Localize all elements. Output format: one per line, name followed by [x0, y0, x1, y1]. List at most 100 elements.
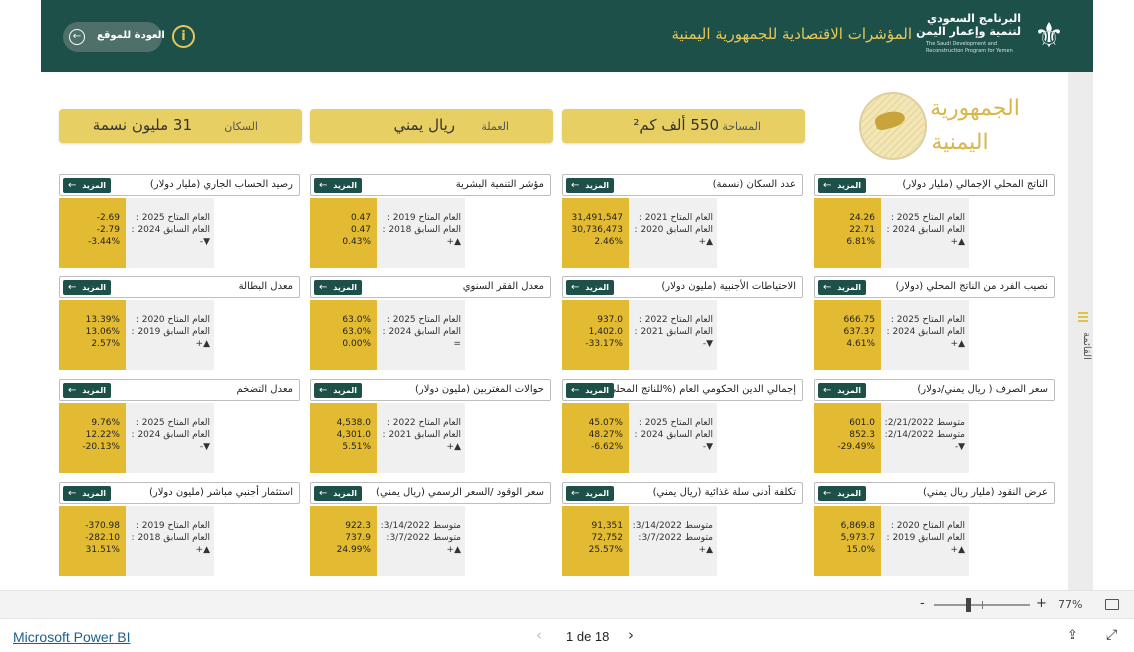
previous-period-label: العام السابق 2018 :: [382, 225, 461, 235]
zoom-slider-thumb[interactable]: [966, 598, 971, 612]
more-button[interactable]: ← المزيد: [566, 280, 614, 295]
page-indicator: 1 de 18: [566, 629, 610, 644]
indicator-period-labels: متوسط 3/14/2022: متوسط 3/7/2022: ▲+: [377, 506, 465, 576]
more-button[interactable]: ← المزيد: [566, 178, 614, 193]
more-button[interactable]: ← المزيد: [314, 486, 362, 501]
zoom-out-button[interactable]: -: [920, 596, 925, 611]
indicator-values: 31,491,547 30,736,473 2.46%: [562, 198, 629, 268]
change-percent: -29.49%: [837, 442, 875, 452]
current-value: 24.26: [849, 213, 875, 223]
stat-label: المساحة: [722, 120, 761, 133]
more-button[interactable]: ← المزيد: [63, 178, 111, 193]
more-button[interactable]: ← المزيد: [566, 383, 614, 398]
change-percent: 5.51%: [342, 442, 371, 452]
indicator-period-labels: العام المتاح 2021 : العام السابق 2020 : ▲+: [629, 198, 717, 268]
indicator-period-labels: متوسط 3/14/2022: متوسط 3/7/2022: ▲+: [629, 506, 717, 576]
more-button[interactable]: ← المزيد: [566, 486, 614, 501]
trend-indicator: ▲+: [446, 237, 461, 247]
more-button[interactable]: ← المزيد: [314, 383, 362, 398]
change-percent: 2.46%: [594, 237, 623, 247]
change-percent: 25.57%: [588, 545, 623, 555]
current-value: 601.0: [849, 418, 875, 428]
trend-indicator: ▼-: [954, 442, 965, 452]
previous-value: -282.10: [85, 533, 120, 543]
previous-value: 1,402.0: [588, 327, 623, 337]
country-name-line2: اليمنية: [931, 130, 989, 155]
indicator-period-labels: العام المتاح 2019 : العام السابق 2018 : ▲+: [126, 506, 214, 576]
indicator-period-labels: العام المتاح 2025 : العام السابق 2024 : ▼-: [629, 403, 717, 473]
trend-indicator: ▲+: [950, 339, 965, 349]
fit-to-page-icon[interactable]: [1105, 599, 1119, 610]
menu-label[interactable]: القائمة: [1072, 326, 1092, 366]
current-value: 45.07%: [588, 418, 623, 428]
stat-value: ريال يمني: [393, 116, 455, 134]
indicator-card-header: معدل البطالة ← المزيد: [59, 276, 300, 298]
palm-swords-emblem-icon: ⚜: [1033, 16, 1065, 56]
previous-period-label: العام السابق 2024 :: [131, 430, 210, 440]
arrow-left-icon: ←: [319, 488, 328, 499]
indicator-card-header: رصيد الحساب الجاري (مليار دولار) ← المزيد: [59, 174, 300, 196]
trend-indicator: ▼-: [199, 442, 210, 452]
current-value: 4,538.0: [336, 418, 371, 428]
indicator-values: 937.0 1,402.0 -33.17%: [562, 300, 629, 370]
more-button[interactable]: ← المزيد: [818, 280, 866, 295]
change-percent: 15.0%: [846, 545, 875, 555]
logo: ⚜ البرنامج السعودي لتنمية وإعمار اليمن T…: [901, 10, 1071, 62]
arrow-left-icon: ←: [68, 180, 77, 191]
current-period-label: العام المتاح 2019 :: [386, 213, 461, 223]
more-button[interactable]: ← المزيد: [314, 280, 362, 295]
more-label: المزيد: [837, 181, 861, 190]
powerbi-link[interactable]: Microsoft Power BI: [13, 629, 130, 645]
logo-text-line2: لتنمية وإعمار اليمن: [916, 25, 1021, 38]
share-icon[interactable]: ⇪: [1067, 629, 1081, 642]
arrow-left-icon: ←: [571, 488, 580, 499]
more-button[interactable]: ← المزيد: [63, 383, 111, 398]
previous-page-icon[interactable]: ‹: [536, 626, 542, 644]
trend-indicator: ▲+: [698, 545, 713, 555]
next-page-icon[interactable]: ›: [628, 626, 634, 644]
indicator-card-header: سعر الوقود /السعر الرسمي (ريال يمني) ← الم…: [310, 482, 551, 504]
current-period-label: العام المتاح 2019 :: [135, 521, 210, 531]
previous-period-label: متوسط 3/7/2022:: [638, 533, 713, 543]
indicator-title: معدل البطالة: [238, 281, 293, 292]
more-label: المزيد: [585, 181, 609, 190]
trend-indicator: ▼-: [199, 237, 210, 247]
previous-value: -2.79: [96, 225, 120, 235]
menu-icon[interactable]: [1078, 312, 1088, 322]
more-button[interactable]: ← المزيد: [63, 486, 111, 501]
fullscreen-icon[interactable]: ⤢: [1106, 628, 1120, 642]
indicator-period-labels: العام المتاح 2020 : العام السابق 2019 : ▲+: [881, 506, 969, 576]
indicator-period-labels: العام المتاح 2025 : العام السابق 2024 : ▼-: [126, 198, 214, 268]
arrow-left-icon: ←: [68, 282, 77, 293]
arrow-left-icon: ←: [69, 29, 85, 45]
info-icon[interactable]: i: [172, 25, 195, 48]
arrow-left-icon: ←: [571, 180, 580, 191]
page-title: المؤشرات الاقتصادية للجمهورية اليمنية: [671, 25, 912, 43]
zoom-in-button[interactable]: +: [1036, 596, 1047, 611]
stat-label: السكان: [224, 120, 258, 133]
back-to-site-button[interactable]: ← العودة للموقع: [63, 22, 165, 52]
current-period-label: العام المتاح 2025 :: [890, 213, 965, 223]
indicator-title: عرض النقود (مليار ريال يمني): [922, 487, 1048, 498]
previous-period-label: العام السابق 2018 :: [131, 533, 210, 543]
indicator-values: -2.69 -2.79 -3.44%: [59, 198, 126, 268]
zoom-bar: - + 77%: [0, 590, 1134, 618]
current-value: -370.98: [85, 521, 120, 531]
zoom-level: 77%: [1058, 598, 1083, 611]
current-value: 9.76%: [91, 418, 120, 428]
country-name-line1: الجمهورية: [930, 96, 1020, 121]
indicator-title: الاحتياطات الأجنبية (مليون دولار): [661, 281, 796, 292]
trend-indicator: ▲+: [950, 545, 965, 555]
indicator-values: 9.76% 12.22% -20.13%: [59, 403, 126, 473]
indicator-values: 45.07% 48.27% -6.62%: [562, 403, 629, 473]
more-button[interactable]: ← المزيد: [314, 178, 362, 193]
more-button[interactable]: ← المزيد: [818, 383, 866, 398]
previous-period-label: العام السابق 2021 :: [634, 327, 713, 337]
previous-period-label: العام السابق 2021 :: [382, 430, 461, 440]
more-button[interactable]: ← المزيد: [818, 486, 866, 501]
more-label: المزيد: [837, 386, 861, 395]
more-button[interactable]: ← المزيد: [63, 280, 111, 295]
more-button[interactable]: ← المزيد: [818, 178, 866, 193]
previous-period-label: العام السابق 2019 :: [886, 533, 965, 543]
indicator-title: نصيب الفرد من الناتج المحلي (دولار): [895, 281, 1048, 292]
